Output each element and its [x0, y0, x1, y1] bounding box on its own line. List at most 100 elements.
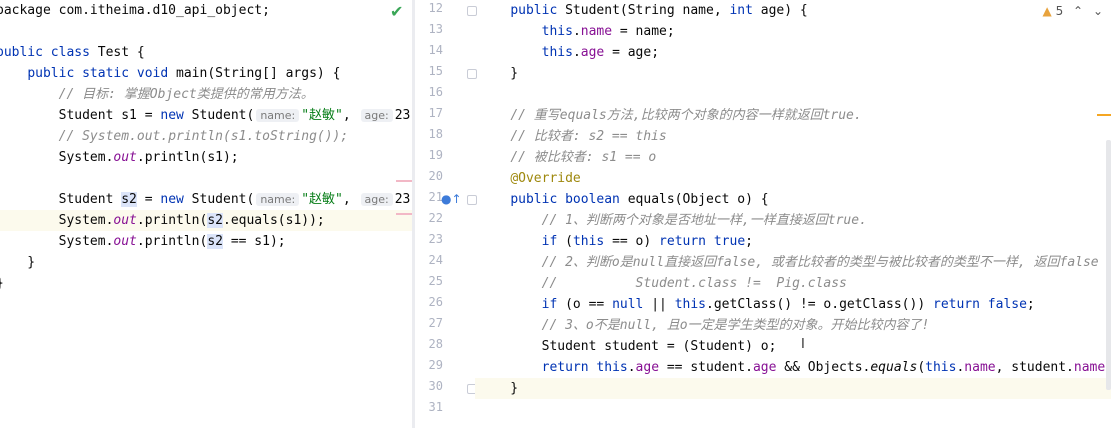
code-line[interactable]: // Student.class != Pig.class [475, 273, 1111, 294]
code-token: } [479, 66, 519, 81]
code-line[interactable] [475, 84, 1111, 105]
warning-icon: ▲ [1042, 4, 1052, 18]
code-line[interactable]: Student s2 = new Student(name: "赵敏", age:… [0, 189, 412, 210]
code-line[interactable]: public class Test { [0, 42, 412, 63]
code-token: System. [0, 150, 114, 165]
code-text: return this.age == student.age && Object… [479, 357, 1106, 378]
code-line[interactable]: return this.age == student.age && Object… [475, 357, 1111, 378]
code-line[interactable]: System.out.println(s2 == s1); [0, 231, 412, 252]
line-number: 26 [428, 295, 443, 309]
code-line[interactable]: // 3、o不是null, 且o一定是学生类型的对象。开始比较内容了! [475, 315, 1111, 336]
code-token: == s1); [223, 234, 286, 249]
code-line[interactable]: // 比较者: s2 == this [475, 126, 1111, 147]
code-line[interactable]: // 目标: 掌握Object类提供的常用方法。 [0, 84, 412, 105]
code-line[interactable]: @Override [475, 168, 1111, 189]
code-token: Student( [183, 192, 255, 207]
code-line[interactable]: // 2、判断o是null直接返回false, 或者比较者的类型与被比较者的类型… [475, 252, 1111, 273]
code-line[interactable]: if (o == null || this.getClass() != o.ge… [475, 294, 1111, 315]
code-line[interactable]: System.out.println(s2.equals(s1)); [0, 210, 412, 231]
code-token: s2 [207, 213, 223, 228]
code-token: = name; [612, 24, 675, 39]
code-line[interactable]: public boolean equals(Object o) { [475, 189, 1111, 210]
line-number: 25 [428, 274, 443, 288]
line-number: 19 [428, 148, 443, 162]
code-token: name [1073, 360, 1106, 375]
code-text: Student s2 = new Student(name: "赵敏", age:… [0, 189, 412, 210]
code-token: "赵敏" [301, 108, 343, 123]
code-line[interactable]: } [475, 378, 1111, 399]
line-number: 17 [428, 106, 443, 120]
code-token: public boolean [510, 192, 620, 207]
override-method-icon[interactable]: ●↑ [441, 192, 462, 206]
chevron-up-icon[interactable]: ⌃ [1073, 4, 1083, 18]
code-text: // Student.class != Pig.class [479, 273, 847, 294]
code-token: name [964, 360, 996, 375]
code-text: // System.out.println(s1.toString()); [0, 126, 349, 147]
code-line[interactable]: } [0, 273, 412, 294]
inspection-widget[interactable]: ▲ 5 ⌃ ⌄ [1043, 4, 1103, 18]
code-token: ; [745, 234, 753, 249]
code-token: new [160, 192, 184, 207]
code-line[interactable] [0, 168, 412, 189]
code-text: System.out.println(s2 == s1); [0, 231, 286, 252]
code-line[interactable]: // 被比较者: s1 == o [475, 147, 1111, 168]
code-line[interactable]: // System.out.println(s1.toString()); [0, 126, 412, 147]
chevron-down-icon[interactable]: ⌄ [1093, 4, 1103, 18]
code-token: == o) [604, 234, 660, 249]
scrollbar[interactable] [1106, 140, 1111, 390]
code-token: = age; [604, 45, 660, 60]
code-token: .println( [136, 213, 208, 228]
code-line[interactable]: System.out.println(s1); [0, 147, 412, 168]
code-token: public [510, 3, 558, 18]
code-token: Student [0, 192, 122, 207]
code-line[interactable]: Student student = (Student) o; [475, 336, 1111, 357]
code-token: return false [933, 297, 1027, 312]
code-token: // 重写equals方法,比较两个对象的内容一样就返回true. [510, 108, 862, 123]
line-number: 18 [428, 127, 443, 141]
right-editor-pane[interactable]: 12 13 14 15 16 17 18 19 20 21 22 23 24 25 26 27 28 29 30 31… [415, 0, 1111, 428]
code-line[interactable]: // 重写equals方法,比较两个对象的内容一样就返回true. [475, 105, 1111, 126]
code-token: "赵敏" [301, 192, 343, 207]
code-token: if [541, 297, 558, 312]
code-text: public boolean equals(Object o) { [479, 189, 768, 210]
warning-count: 5 [1055, 4, 1064, 18]
code-token: // 被比较者: s1 == o [510, 150, 657, 165]
code-line[interactable]: package com.itheima.d10_api_object; [0, 0, 412, 21]
parameter-hint: age: [360, 109, 393, 122]
code-text: public static void main(String[] args) { [0, 63, 340, 84]
line-number-gutter[interactable]: 12 13 14 15 16 17 18 19 20 21 22 23 24 25 26 27 28 29 30 31… [415, 0, 477, 428]
code-text: Student student = (Student) o; [479, 336, 777, 357]
code-token: this [674, 297, 707, 312]
code-line[interactable]: if (this == o) return true; [475, 231, 1111, 252]
code-line[interactable]: } [0, 252, 412, 273]
left-editor-pane[interactable]: ✔ package com.itheima.d10_api_object; pub… [0, 0, 412, 428]
code-line[interactable]: Student s1 = new Student(name: "赵敏", age:… [0, 105, 412, 126]
parameter-hint: name: [256, 193, 300, 206]
code-token: return true [659, 234, 746, 249]
code-line[interactable] [475, 399, 1111, 420]
code-text: // 1、判断两个对象是否地址一样,一样直接返回true. [479, 210, 867, 231]
code-line[interactable]: public static void main(String[] args) { [0, 63, 412, 84]
code-text: } [479, 63, 518, 84]
code-token: new [160, 108, 184, 123]
code-token: s2 [207, 234, 223, 249]
line-number: 28 [428, 337, 443, 351]
code-token: , [342, 192, 359, 207]
code-line[interactable] [0, 21, 412, 42]
code-line[interactable]: this.age = age; [475, 42, 1111, 63]
code-token: main(String[] args) { [168, 66, 341, 81]
code-line[interactable]: this.name = name; [475, 21, 1111, 42]
code-text: public Student(String name, int age) { [479, 0, 807, 21]
code-token: .equals(s1)); [223, 213, 325, 228]
code-token: || [643, 297, 675, 312]
code-line[interactable]: public Student(String name, int age) { [475, 0, 1111, 21]
code-token: // 比较者: s2 == this [510, 129, 667, 144]
code-line[interactable]: } [475, 63, 1111, 84]
code-token: this [541, 24, 573, 39]
code-line[interactable]: // 1、判断两个对象是否地址一样,一样直接返回true. [475, 210, 1111, 231]
